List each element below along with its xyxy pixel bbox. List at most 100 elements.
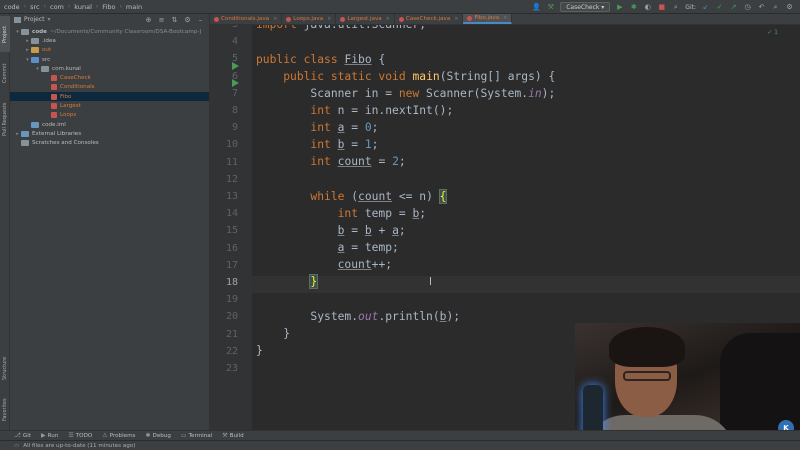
tab-pull-requests[interactable]: Pull Requests: [0, 94, 10, 144]
line-number: 18: [225, 277, 238, 288]
editor-tab[interactable]: CaseCheck.java ×: [395, 14, 464, 24]
tool-window-debug[interactable]: ✱ Debug: [145, 432, 170, 439]
breadcrumb-separator: ›: [43, 3, 46, 10]
rollback-icon[interactable]: ↶: [757, 3, 766, 12]
tree-item-path: ~/Documents/Community Classroom/DSA-Boot…: [49, 28, 202, 35]
git-update-icon[interactable]: ↙: [701, 3, 710, 12]
chevron-down-icon[interactable]: ▾: [48, 16, 51, 23]
settings-icon[interactable]: ⚙: [785, 3, 794, 12]
gear-icon[interactable]: ⚙: [183, 15, 192, 24]
breadcrumb-separator: ›: [67, 3, 71, 10]
editor-tab-label: Loops.java: [293, 16, 324, 22]
tool-window-todo[interactable]: ☰ TODO: [68, 432, 92, 439]
tree-item[interactable]: Largest: [10, 101, 209, 110]
tool-window-build[interactable]: ⚒ Build: [222, 432, 243, 439]
tab-structure[interactable]: Structure: [0, 349, 10, 387]
editor-tab[interactable]: Loops.java ×: [282, 14, 337, 24]
tree-item[interactable]: ▸ .idea: [10, 36, 209, 45]
module-icon: [21, 28, 29, 35]
locate-icon[interactable]: ⊕: [144, 15, 153, 24]
run-config-select[interactable]: CaseCheck ▾: [560, 2, 611, 12]
tool-window-run[interactable]: ▶ Run: [41, 432, 58, 439]
tab-commit[interactable]: Commit: [0, 56, 10, 90]
tree-item[interactable]: ▾ code ~/Documents/Community Classroom/DSA…: [10, 27, 209, 36]
line-number: 10: [225, 139, 238, 151]
debug-icon[interactable]: ✱: [629, 3, 638, 12]
search-everywhere-icon[interactable]: ⌕: [771, 3, 780, 12]
breadcrumb-item[interactable]: main: [126, 3, 142, 11]
code-line: while (count <= n) {: [310, 189, 448, 204]
stop-icon[interactable]: ■: [657, 3, 666, 12]
expand-icon[interactable]: ⇅: [170, 15, 179, 24]
chevron-right-icon[interactable]: ▸: [24, 47, 31, 53]
tree-item[interactable]: ▸ External Libraries: [10, 129, 209, 138]
inspection-count: 1: [774, 29, 778, 36]
java-class-icon: [214, 16, 219, 22]
chevron-right-icon[interactable]: ▸: [24, 38, 31, 44]
editor-tab[interactable]: Largest.java ×: [336, 14, 395, 24]
breadcrumb-item[interactable]: src: [30, 3, 40, 11]
tab-project[interactable]: Project: [0, 16, 10, 52]
inspection-widget[interactable]: ✓ 1: [767, 29, 778, 36]
java-class-icon: [286, 16, 292, 22]
line-number: 22: [225, 345, 238, 357]
tree-item[interactable]: ▾ src: [10, 55, 209, 64]
run-icon[interactable]: ▶: [615, 3, 624, 12]
tree-item[interactable]: ▸ out: [10, 46, 209, 55]
breadcrumb-item[interactable]: code: [4, 3, 20, 11]
chevron-down-icon[interactable]: ▾: [14, 29, 21, 35]
tool-window-terminal[interactable]: ▭ Terminal: [181, 432, 212, 439]
chevron-down-icon[interactable]: ▾: [34, 66, 41, 72]
tree-item[interactable]: Fibo: [10, 92, 209, 102]
glasses: [623, 371, 671, 381]
hide-icon[interactable]: –: [196, 15, 205, 24]
folder-icon: [31, 37, 39, 44]
git-commit-icon[interactable]: ✓: [715, 3, 724, 12]
close-icon[interactable]: ×: [454, 16, 458, 22]
collapse-icon[interactable]: ≡: [157, 15, 166, 24]
tree-item[interactable]: Loops: [10, 111, 209, 120]
tree-item[interactable]: ▾ com.kunal: [10, 64, 209, 73]
tree-item-label: Fibo: [60, 93, 72, 100]
project-tree: ▾ code ~/Documents/Community Classroom/DSA…: [10, 27, 209, 148]
project-panel-title[interactable]: Project: [24, 16, 45, 23]
chevron-down-icon[interactable]: ▾: [24, 57, 31, 63]
coverage-icon[interactable]: ◐: [643, 3, 652, 12]
close-icon[interactable]: ×: [386, 16, 390, 22]
tree-item[interactable]: CaseCheck: [10, 73, 209, 82]
close-icon[interactable]: ×: [273, 16, 277, 22]
tree-item[interactable]: code.iml: [10, 120, 209, 129]
breadcrumb-item[interactable]: kunal: [74, 3, 92, 11]
run-class-icon[interactable]: [232, 62, 239, 70]
breadcrumb-item[interactable]: com: [50, 3, 64, 11]
line-number: 11: [225, 156, 238, 168]
close-icon[interactable]: ×: [327, 16, 331, 22]
tab-favorites[interactable]: Favorites: [0, 392, 10, 428]
search-icon[interactable]: ⌕: [671, 3, 680, 12]
breadcrumb-separator: ›: [119, 3, 122, 10]
scratches-icon: [21, 140, 29, 147]
editor-tab-label: Conditionals.java: [221, 16, 270, 22]
breadcrumb-separator: ›: [95, 3, 99, 10]
editor-tab[interactable]: Fibo.java ×: [463, 14, 513, 24]
hammer-icon[interactable]: ⚒: [546, 3, 555, 12]
line-number: 12: [225, 173, 238, 185]
tool-window-git[interactable]: ⎇ Git: [14, 432, 31, 439]
run-icon: ▶: [41, 432, 46, 439]
history-icon[interactable]: ◷: [743, 3, 752, 12]
tool-window-problems[interactable]: ⚠ Problems: [102, 432, 135, 439]
mouse-cursor: [430, 277, 431, 285]
tool-window-label: Build: [229, 432, 244, 439]
tree-item[interactable]: Scratches and Consoles: [10, 139, 209, 148]
tool-window-label: TODO: [75, 432, 93, 439]
git-push-icon[interactable]: ↗: [729, 3, 738, 12]
tree-item-label: Largest: [60, 103, 81, 110]
close-icon[interactable]: ×: [503, 15, 507, 21]
editor-tab[interactable]: Conditionals.java ×: [210, 14, 283, 24]
chevron-right-icon[interactable]: ▸: [14, 131, 21, 137]
user-icon[interactable]: 👤: [532, 3, 541, 12]
run-main-icon[interactable]: [232, 79, 239, 87]
tree-item-label: .idea: [42, 37, 56, 44]
tree-item[interactable]: Conditionals: [10, 83, 209, 92]
breadcrumb-item[interactable]: Fibo: [102, 3, 115, 11]
